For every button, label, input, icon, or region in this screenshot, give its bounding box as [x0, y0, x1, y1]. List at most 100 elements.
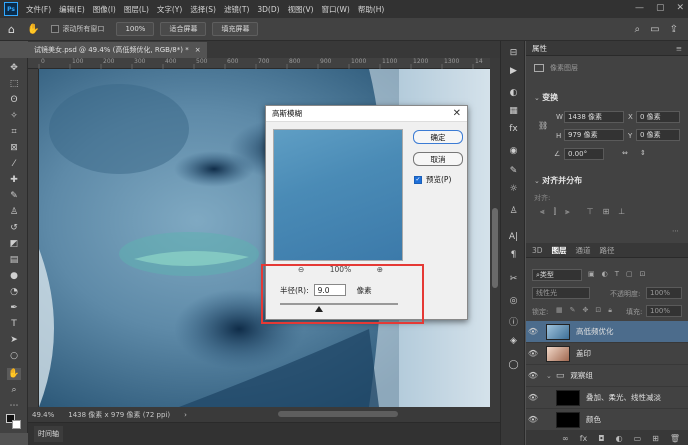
crop-tool-icon[interactable]: ⌗	[7, 126, 21, 138]
layer-group-row[interactable]: 👁︎ ⌄ ▭ 观察组	[526, 365, 688, 387]
align-bottom-icon[interactable]: ⊥	[618, 207, 625, 217]
menu-select[interactable]: 选择(S)	[186, 4, 220, 15]
collapse-transform-icon[interactable]: ⌄	[534, 94, 542, 102]
lock-transparency-icon[interactable]: ▦	[556, 306, 563, 315]
blur-tool-icon[interactable]: ●	[7, 270, 21, 282]
layer-row[interactable]: 👁︎ 颜色	[526, 409, 688, 431]
menu-view[interactable]: 视图(V)	[284, 4, 318, 15]
path-select-icon[interactable]: ➤	[7, 334, 21, 346]
tab-3d[interactable]: 3D	[532, 246, 543, 255]
brush-settings-icon[interactable]: ☼	[507, 183, 520, 195]
more-options-icon[interactable]: ⋯	[672, 227, 679, 235]
horizontal-scrollbar[interactable]	[278, 411, 398, 417]
scroll-all-windows-option[interactable]: 滚动所有窗口	[51, 24, 104, 34]
pen-tool-icon[interactable]: ✒	[7, 302, 21, 314]
app-logo[interactable]: Ps	[4, 2, 18, 16]
layer-row[interactable]: 👁︎ 盖印	[526, 343, 688, 365]
libraries-panel-icon[interactable]: ✎	[507, 165, 520, 177]
new-layer-icon[interactable]: ⊞	[652, 434, 659, 443]
paragraph-panel-icon[interactable]: ¶	[507, 249, 520, 261]
zoom-100-button[interactable]: 100%	[116, 22, 155, 36]
background-color-swatch[interactable]	[12, 420, 21, 429]
character-panel-icon[interactable]: A|	[507, 231, 520, 243]
lasso-tool-icon[interactable]: ʘ	[7, 94, 21, 106]
home-icon[interactable]: ⌂	[8, 23, 15, 36]
healing-tool-icon[interactable]: ✚	[7, 174, 21, 186]
new-group-icon[interactable]: ▭	[634, 434, 642, 443]
filter-smart-icon[interactable]: ⊡	[640, 270, 646, 278]
eraser-tool-icon[interactable]: ◩	[7, 238, 21, 250]
search-icon[interactable]: ⌕	[635, 24, 641, 35]
preview-checkbox[interactable]: ✓	[414, 175, 422, 184]
tab-paths[interactable]: 路径	[600, 245, 615, 256]
scroll-all-checkbox[interactable]	[51, 25, 60, 33]
visibility-eye-icon[interactable]: 👁︎	[526, 349, 540, 358]
link-layers-icon[interactable]: ∞	[562, 434, 569, 443]
x-field[interactable]: 0 像素	[636, 111, 680, 123]
fill-field[interactable]: 100%	[646, 305, 682, 317]
filter-shape-icon[interactable]: ▢	[626, 270, 633, 278]
menu-file[interactable]: 文件(F)	[22, 4, 55, 15]
navigator-icon[interactable]: ◎	[507, 295, 520, 307]
timeline-tab[interactable]: 时间轴	[34, 426, 63, 442]
layer-row[interactable]: 👁︎ 叠加、柔光、线性减淡	[526, 387, 688, 409]
magic-wand-tool-icon[interactable]: ✧	[7, 110, 21, 122]
align-right-icon[interactable]: ⫸	[565, 207, 570, 217]
menu-layer[interactable]: 图层(L)	[120, 4, 153, 15]
clone-source-icon[interactable]: ♙	[507, 205, 520, 217]
lock-move-icon[interactable]: ✥	[583, 306, 589, 315]
fill-screen-button[interactable]: 填充屏幕	[212, 22, 259, 36]
tab-channels[interactable]: 通道	[576, 245, 591, 256]
visibility-eye-icon[interactable]: 👁︎	[526, 371, 540, 380]
hand-tool-active-icon[interactable]: ✋	[7, 368, 21, 380]
cancel-button[interactable]: 取消	[413, 152, 463, 166]
align-middle-icon[interactable]: ⊞	[603, 207, 610, 217]
adjust-panel-icon[interactable]: ◉	[507, 145, 520, 157]
share-icon[interactable]: ⇪	[670, 24, 678, 35]
add-style-icon[interactable]: fx	[580, 434, 588, 443]
group-expand-chevron-icon[interactable]: ⌄	[546, 372, 552, 380]
scroll-thumb[interactable]	[492, 208, 498, 288]
align-left-icon[interactable]: ⫷	[540, 207, 545, 217]
dodge-tool-icon[interactable]: ◔	[7, 286, 21, 298]
tab-close-icon[interactable]: ×	[195, 46, 201, 54]
fit-screen-button[interactable]: 适合屏幕	[160, 22, 207, 36]
panel-menu-icon[interactable]: ≡	[676, 44, 682, 53]
visibility-eye-icon[interactable]: 👁︎	[526, 393, 540, 402]
width-field[interactable]: 1438 像素	[564, 111, 624, 123]
preview-thumbnail[interactable]	[273, 129, 403, 261]
layers-comp-icon[interactable]: ◈	[507, 335, 520, 347]
menu-image[interactable]: 图像(I)	[89, 4, 120, 15]
maximize-button[interactable]: ▢	[656, 3, 665, 13]
filter-adjust-icon[interactable]: ◐	[602, 270, 608, 278]
zoom-readout[interactable]: 49.4%	[32, 411, 54, 419]
marquee-tool-icon[interactable]: ⬚	[7, 78, 21, 90]
eyedropper-tool-icon[interactable]: ⁄	[7, 158, 21, 170]
gradient-tool-icon[interactable]: ▤	[7, 254, 21, 266]
collapse-align-icon[interactable]: ⌄	[534, 177, 542, 185]
minimize-button[interactable]: —	[635, 3, 644, 13]
actions-panel-icon[interactable]: ▶	[507, 65, 520, 77]
paths-panel-icon[interactable]: ◯	[507, 359, 520, 371]
workspace-icon[interactable]: ▭	[650, 24, 659, 35]
blend-mode-select[interactable]: 线性光	[532, 287, 590, 299]
status-expand-icon[interactable]: ›	[184, 411, 187, 419]
visibility-eye-icon[interactable]: 👁︎	[526, 415, 540, 424]
visibility-eye-icon[interactable]: 👁︎	[526, 327, 540, 336]
ok-button[interactable]: 确定	[413, 130, 463, 144]
history-panel-icon[interactable]: ⊟	[507, 47, 520, 59]
align-center-h-icon[interactable]: ⫿	[554, 207, 557, 217]
swatches-panel-icon[interactable]: ▦	[507, 105, 520, 117]
add-mask-icon[interactable]: ◘	[598, 434, 604, 443]
height-field[interactable]: 979 像素	[564, 129, 624, 141]
flip-horizontal-icon[interactable]: ⇔	[622, 149, 628, 157]
align-top-icon[interactable]: ⊤	[587, 207, 594, 217]
color-panel-icon[interactable]: ◐	[507, 87, 520, 99]
filter-type-icon[interactable]: T	[615, 270, 619, 278]
fx-panel-icon[interactable]: fx	[507, 123, 520, 135]
lock-all-icon[interactable]: 🔒︎	[608, 306, 612, 315]
info-panel-icon[interactable]: ⓘ	[507, 315, 520, 328]
brush-tool-icon[interactable]: ✎	[7, 190, 21, 202]
frame-tool-icon[interactable]: ⊠	[7, 142, 21, 154]
opacity-field[interactable]: 100%	[646, 287, 682, 299]
